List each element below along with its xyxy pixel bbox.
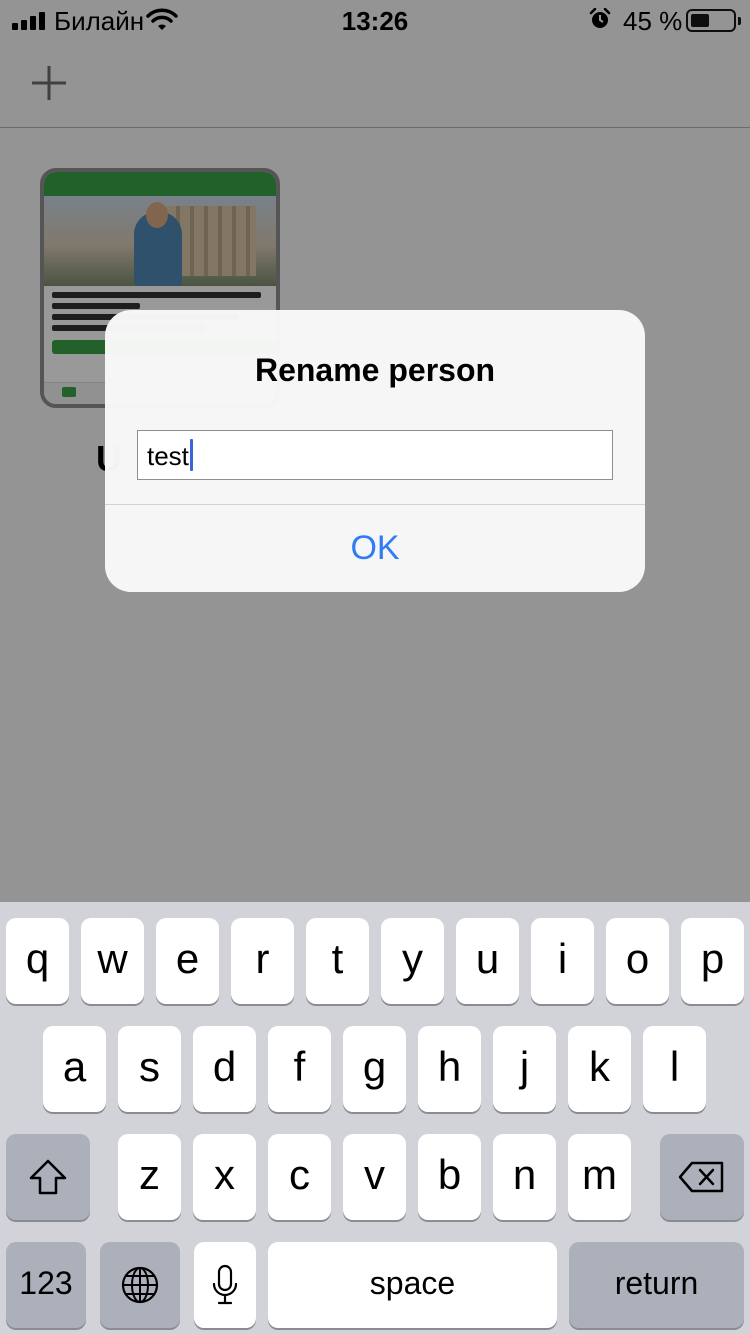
- alert-title: Rename person: [254, 352, 496, 388]
- microphone-icon: [212, 1264, 238, 1305]
- key-v[interactable]: v: [343, 1134, 406, 1220]
- key-r[interactable]: r: [231, 918, 294, 1004]
- key-t[interactable]: t: [306, 918, 369, 1004]
- space-key[interactable]: space: [268, 1242, 557, 1328]
- shift-icon: [29, 1159, 67, 1195]
- key-a[interactable]: a: [43, 1026, 106, 1112]
- key-z[interactable]: z: [118, 1134, 181, 1220]
- key-g[interactable]: g: [343, 1026, 406, 1112]
- key-f[interactable]: f: [268, 1026, 331, 1112]
- key-l[interactable]: l: [643, 1026, 706, 1112]
- return-key[interactable]: return: [569, 1242, 744, 1328]
- globe-key[interactable]: [100, 1242, 180, 1328]
- key-h[interactable]: h: [418, 1026, 481, 1112]
- rename-alert: Rename person test OK: [105, 310, 645, 592]
- globe-icon: [121, 1266, 159, 1304]
- key-s[interactable]: s: [118, 1026, 181, 1112]
- key-j[interactable]: j: [493, 1026, 556, 1112]
- dictation-key[interactable]: [194, 1242, 256, 1328]
- key-u[interactable]: u: [456, 918, 519, 1004]
- key-b[interactable]: b: [418, 1134, 481, 1220]
- key-m[interactable]: m: [568, 1134, 631, 1220]
- ok-button[interactable]: OK: [105, 505, 645, 592]
- key-c[interactable]: c: [268, 1134, 331, 1220]
- rename-field-value: test: [147, 441, 189, 471]
- keyboard: qwertyuiop asdfghjkl zxcvbnm 123 space r…: [0, 902, 750, 1334]
- key-w[interactable]: w: [81, 918, 144, 1004]
- numbers-key[interactable]: 123: [6, 1242, 86, 1328]
- key-k[interactable]: k: [568, 1026, 631, 1112]
- key-d[interactable]: d: [193, 1026, 256, 1112]
- key-n[interactable]: n: [493, 1134, 556, 1220]
- delete-icon: [678, 1161, 724, 1193]
- shift-key[interactable]: [6, 1134, 90, 1220]
- rename-text-field[interactable]: test: [137, 430, 613, 480]
- text-caret: [190, 439, 193, 471]
- key-x[interactable]: x: [193, 1134, 256, 1220]
- key-p[interactable]: p: [681, 918, 744, 1004]
- key-q[interactable]: q: [6, 918, 69, 1004]
- delete-key[interactable]: [660, 1134, 744, 1220]
- key-i[interactable]: i: [531, 918, 594, 1004]
- key-e[interactable]: e: [156, 918, 219, 1004]
- key-o[interactable]: o: [606, 918, 669, 1004]
- key-y[interactable]: y: [381, 918, 444, 1004]
